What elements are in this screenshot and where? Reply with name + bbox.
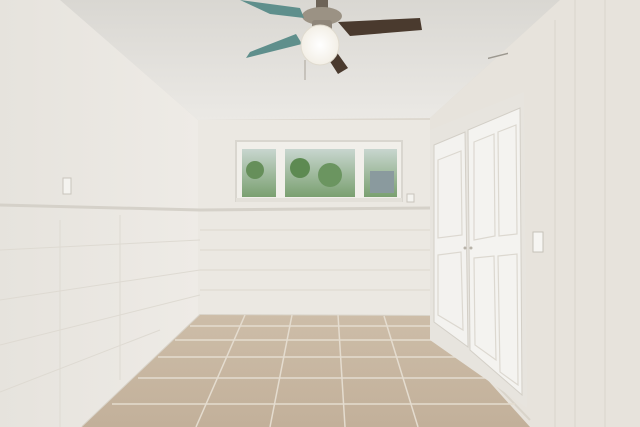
window bbox=[235, 140, 403, 202]
wall-outlet bbox=[62, 177, 72, 195]
closet-door-right bbox=[467, 107, 523, 397]
room-photo bbox=[0, 0, 640, 427]
light-switch bbox=[532, 231, 544, 253]
small-outlet bbox=[406, 193, 415, 203]
